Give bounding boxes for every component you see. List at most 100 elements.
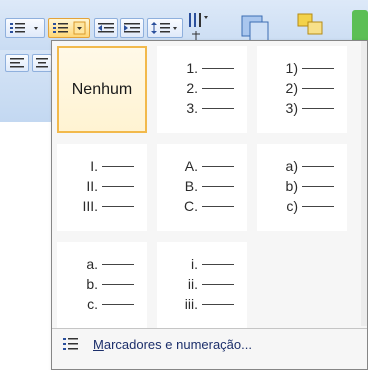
bullets-and-numbering-label: Marcadores e numeração... (93, 336, 252, 352)
line-spacing-button[interactable] (147, 18, 183, 38)
numbering-preview-line: 3) (257, 98, 347, 118)
numbering-option-preview: i. ii. iii. (157, 254, 247, 314)
numbering-marker: ii. (187, 276, 198, 292)
numbering-option[interactable]: 1) 2) 3) (257, 46, 347, 133)
numbering-option[interactable]: i. ii. iii. (157, 242, 247, 329)
numbering-preview-line: i. (157, 254, 247, 274)
align-left-icon (10, 58, 24, 68)
decrease-indent-icon (98, 23, 114, 33)
numbering-library-dropdown: Nenhum 1. 2. 3. 1) 2) 3) I. II. III. A. B. C. a) b) c)… (51, 40, 368, 370)
numbering-text-placeholder (202, 107, 234, 109)
numbering-preview-line: iii. (157, 294, 247, 314)
numbering-option[interactable]: 1. 2. 3. (157, 46, 247, 133)
numbering-text-placeholder (302, 87, 334, 89)
numbering-option[interactable]: a. b. c. (57, 242, 147, 329)
numbering-option[interactable]: A. B. C. (157, 144, 247, 231)
numbering-marker: i. (191, 256, 198, 272)
numbering-text-placeholder (302, 107, 334, 109)
numbering-text-placeholder (202, 165, 234, 167)
numbering-marker: c) (286, 198, 298, 214)
numbering-option[interactable]: a) b) c) (257, 144, 347, 231)
numbering-marker: 3. (186, 100, 198, 116)
numbering-preview-line: ii. (157, 274, 247, 294)
numbering-marker: C. (184, 198, 198, 214)
numbering-marker: 1) (285, 60, 298, 76)
numbering-marker: b. (86, 276, 98, 292)
numbering-marker: 3) (285, 100, 298, 116)
text-direction-button[interactable] (186, 10, 212, 44)
bullets-and-numbering-menu-item[interactable]: Marcadores e numeração... (52, 331, 367, 357)
numbering-preview-line: C. (157, 196, 247, 216)
numbering-text-placeholder (102, 205, 134, 207)
numbering-marker: A. (184, 158, 198, 174)
numbering-text-placeholder (102, 303, 134, 305)
numbering-text-placeholder (102, 263, 134, 265)
numbering-marker: c. (87, 296, 98, 312)
numbering-preview-line: A. (157, 156, 247, 176)
align-center-icon (36, 58, 48, 68)
numbering-text-placeholder (202, 67, 234, 69)
numbering-marker: 1. (186, 60, 198, 76)
numbering-preview-line: b. (57, 274, 147, 294)
numbering-option-none-label: Nenhum (71, 80, 133, 98)
numbering-marker: 2) (285, 80, 298, 96)
numbering-marker: III. (82, 198, 98, 214)
numbering-marker: 2. (186, 80, 198, 96)
numbering-preview-line: 2. (157, 78, 247, 98)
text-direction-icon (189, 13, 208, 40)
numbering-text-placeholder (202, 185, 234, 187)
numbering-preview-line: b) (257, 176, 347, 196)
bullets-button[interactable] (5, 18, 45, 38)
increase-indent-button[interactable] (120, 18, 144, 38)
numbering-option-preview: I. II. III. (57, 156, 147, 216)
numbering-option[interactable]: I. II. III. (57, 144, 147, 231)
numbering-text-placeholder (302, 165, 334, 167)
arrange-icon (297, 13, 323, 35)
numbering-marker: a. (86, 256, 98, 272)
numbering-text-placeholder (202, 283, 234, 285)
numbering-text-placeholder (202, 87, 234, 89)
numbering-marker: a) (285, 158, 298, 174)
numbering-marker: b) (285, 178, 298, 194)
numbering-text-placeholder (302, 185, 334, 187)
numbering-marker: I. (90, 158, 98, 174)
arrange-button[interactable] (292, 10, 328, 44)
numbered-list-icon (63, 338, 78, 350)
numbering-preview-line: a. (57, 254, 147, 274)
numbering-marker: B. (184, 178, 198, 194)
numbering-library-grid: Nenhum 1. 2. 3. 1) 2) 3) I. II. III. A. B. C. a) b) c)… (52, 41, 362, 329)
numbering-option-preview: a. b. c. (57, 254, 147, 314)
numbering-marker: II. (86, 178, 98, 194)
align-left-button[interactable] (5, 54, 29, 72)
numbering-option-preview: a) b) c) (257, 156, 347, 216)
numbering-preview-line: I. (57, 156, 147, 176)
numbering-preview-line: B. (157, 176, 247, 196)
numbered-list-icon (53, 21, 86, 35)
decrease-indent-button[interactable] (94, 18, 118, 38)
numbering-button[interactable] (48, 18, 90, 38)
numbering-preview-line: 1) (257, 58, 347, 78)
numbering-text-placeholder (102, 185, 134, 187)
numbering-text-placeholder (302, 67, 334, 69)
align-center-button[interactable] (32, 54, 52, 72)
numbering-option-preview: 1) 2) 3) (257, 58, 347, 118)
numbering-text-placeholder (102, 165, 134, 167)
numbering-preview-line: 1. (157, 58, 247, 78)
numbering-option-preview: 1. 2. 3. (157, 58, 247, 118)
dropdown-scrollbar[interactable] (361, 41, 367, 326)
increase-indent-icon (124, 23, 140, 33)
numbering-text-placeholder (302, 205, 334, 207)
numbering-preview-line: 3. (157, 98, 247, 118)
quick-styles-button[interactable] (352, 10, 368, 44)
dropdown-separator (52, 328, 367, 329)
numbering-text-placeholder (102, 283, 134, 285)
numbering-preview-line: III. (57, 196, 147, 216)
numbering-text-placeholder (202, 263, 234, 265)
numbering-preview-line: c. (57, 294, 147, 314)
numbering-preview-line: c) (257, 196, 347, 216)
numbering-text-placeholder (202, 205, 234, 207)
numbering-preview-line: 2) (257, 78, 347, 98)
numbering-option-preview: A. B. C. (157, 156, 247, 216)
bullet-list-icon (10, 23, 38, 33)
numbering-option-none[interactable]: Nenhum (57, 46, 147, 133)
